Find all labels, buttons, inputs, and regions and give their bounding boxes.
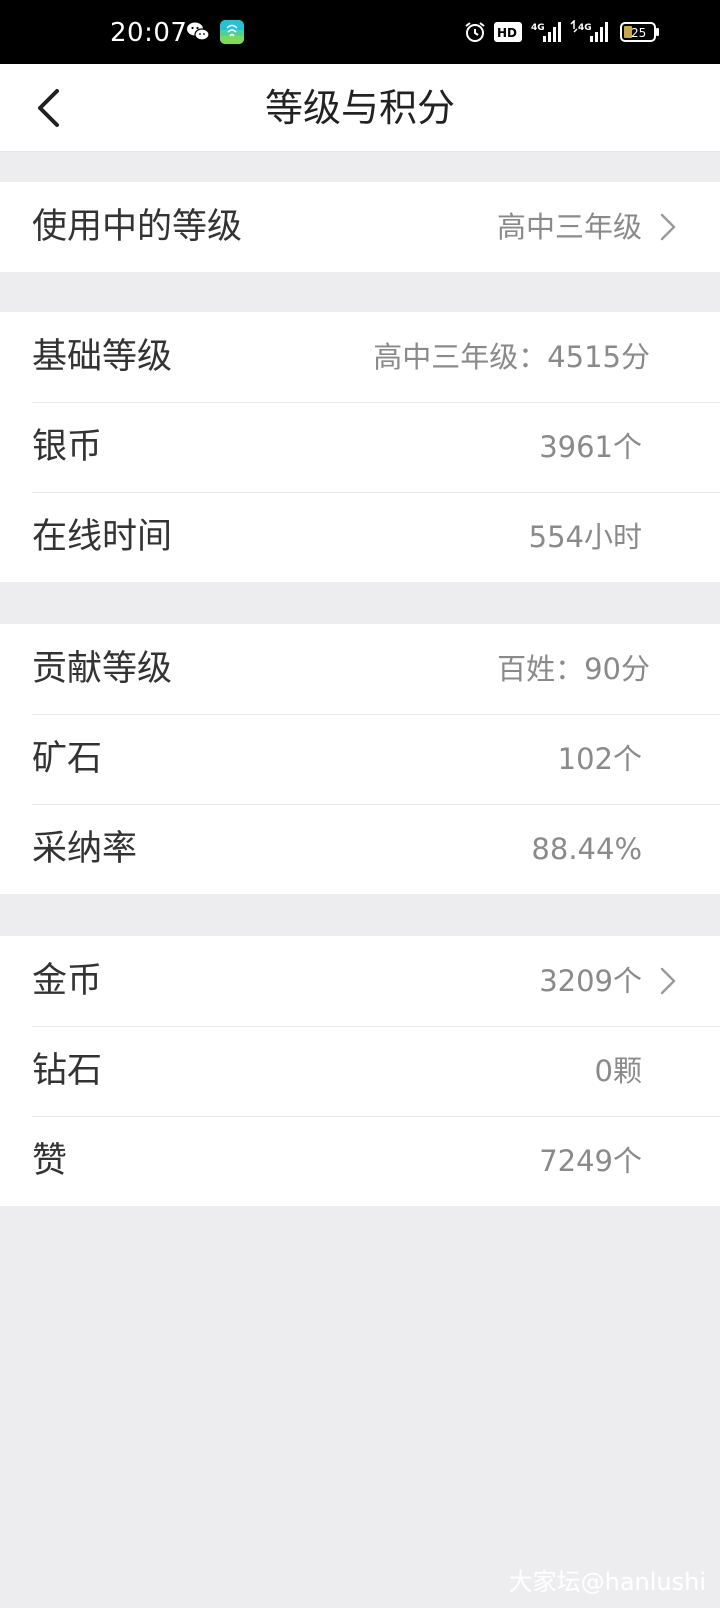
row-value: 0颗: [594, 1054, 642, 1088]
row-value: 高中三年级: [496, 210, 642, 244]
battery-level: 25: [631, 26, 646, 40]
row-label: 在线时间: [32, 517, 173, 557]
row-label: 采纳率: [32, 829, 138, 869]
row-value: 3209个: [539, 964, 642, 998]
row-label: 基础等级: [32, 337, 173, 377]
row-value: 554小时: [528, 520, 642, 554]
row-label: 金币: [32, 961, 103, 1001]
signal-icon: 4G: [531, 0, 563, 64]
contribution-level-group: 贡献等级 百姓：90分 矿石 102个 采纳率 88.44%: [0, 624, 720, 894]
row-label: 使用中的等级: [32, 207, 243, 247]
network-label-1: 4G: [531, 23, 545, 33]
list-item-adoption-rate: 采纳率 88.44%: [0, 804, 720, 894]
list-item-likes: 赞 7249个: [0, 1116, 720, 1206]
currency-group: 金币 3209个 钻石 0颗 赞 7249个: [0, 936, 720, 1206]
app-icon: [220, 0, 244, 64]
hd-icon: HD: [494, 0, 522, 64]
page-title: 等级与积分: [264, 86, 455, 130]
row-label: 赞: [32, 1141, 68, 1181]
alarm-icon: [463, 0, 487, 64]
base-level-group: 基础等级 高中三年级：4515分 银币 3961个 在线时间 554小时: [0, 312, 720, 582]
row-label: 矿石: [32, 739, 103, 779]
current-level-group: 使用中的等级 高中三年级: [0, 182, 720, 272]
list-item-diamonds: 钻石 0颗: [0, 1026, 720, 1116]
list-item-current-level[interactable]: 使用中的等级 高中三年级: [0, 182, 720, 272]
list-item-base-level: 基础等级 高中三年级：4515分: [0, 312, 720, 402]
list-item-contribution-level: 贡献等级 百姓：90分: [0, 624, 720, 714]
row-value: 百姓：90分: [497, 652, 650, 686]
list-item-gold-coins[interactable]: 金币 3209个: [0, 936, 720, 1026]
hd-label: HD: [497, 26, 517, 40]
signal-icon-2: 4G: [570, 0, 610, 64]
chevron-right-icon: [660, 967, 676, 995]
wechat-icon: [186, 0, 210, 64]
row-value: 高中三年级：4515分: [373, 340, 650, 374]
row-value: 7249个: [539, 1144, 642, 1178]
list-item-ore: 矿石 102个: [0, 714, 720, 804]
list-item-silver-coins: 银币 3961个: [0, 402, 720, 492]
row-label: 贡献等级: [32, 649, 173, 689]
status-time: 20:07: [110, 18, 188, 48]
list-item-online-time: 在线时间 554小时: [0, 492, 720, 582]
watermark: 大家坛@hanlushi: [508, 1568, 706, 1596]
chevron-right-icon: [660, 213, 676, 241]
row-label: 银币: [32, 427, 103, 467]
status-bar: 20:07 HD 4G 4G 25: [0, 0, 720, 64]
row-label: 钻石: [32, 1051, 103, 1091]
row-value: 88.44%: [531, 832, 642, 866]
nav-bar: 等级与积分: [0, 64, 720, 152]
network-label-2: 4G: [578, 23, 592, 33]
battery-icon: 25: [620, 0, 660, 64]
row-value: 102个: [557, 742, 642, 776]
row-value: 3961个: [539, 430, 642, 464]
